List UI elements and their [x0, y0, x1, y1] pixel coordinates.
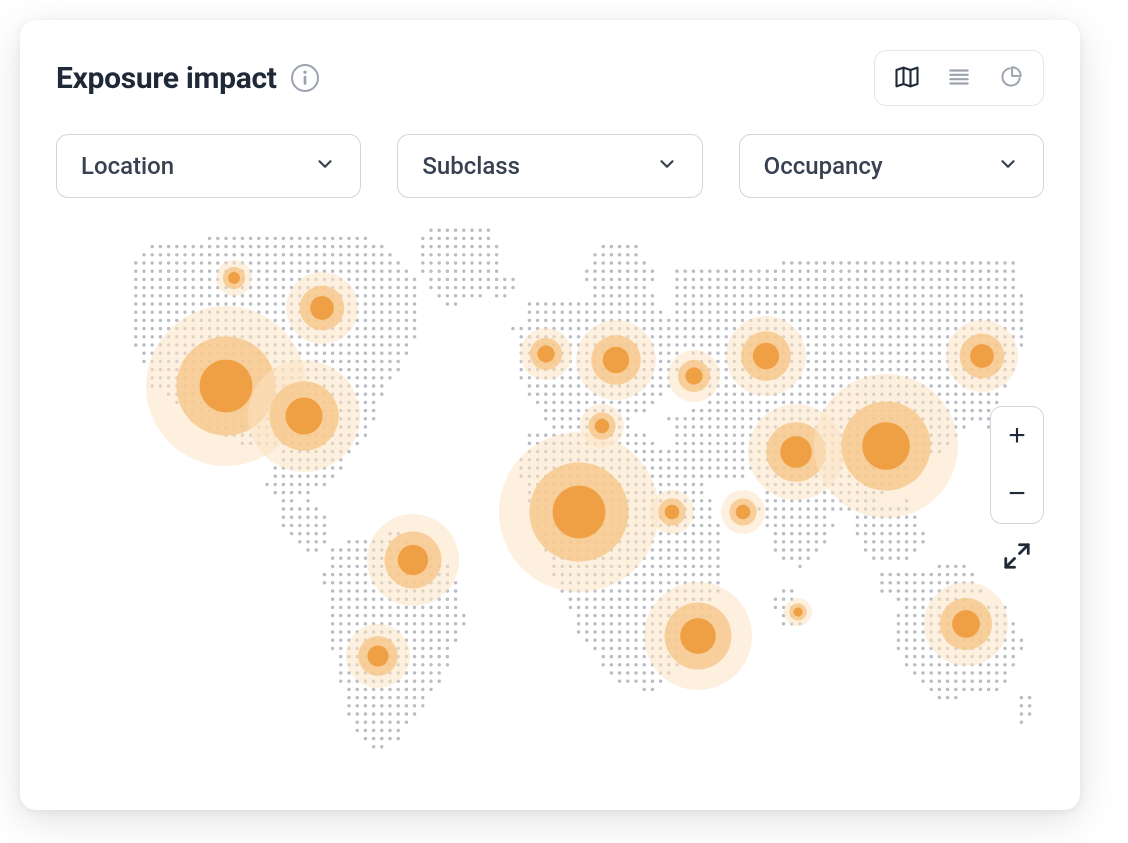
exposure-impact-card: Exposure impact [20, 20, 1080, 810]
heat-point-alaska [216, 260, 252, 296]
page-title: Exposure impact [56, 61, 277, 96]
heat-point-south-america-north [367, 514, 459, 606]
map-area: + − [56, 216, 1044, 776]
heat-point-central-africa [650, 490, 694, 534]
dropdown-location[interactable]: Location [56, 134, 361, 198]
fullscreen-button[interactable] [998, 538, 1036, 576]
dropdown-label: Subclass [422, 152, 520, 180]
heat-point-east-asia [814, 374, 958, 518]
dropdown-occupancy[interactable]: Occupancy [739, 134, 1044, 198]
expand-icon [1002, 541, 1032, 574]
heat-point-canada [286, 272, 358, 344]
heat-point-madagascar [784, 598, 812, 626]
zoom-box: + − [990, 406, 1044, 524]
filters-row: Location Subclass Occupancy [56, 134, 1044, 198]
pie-chart-icon [998, 64, 1024, 93]
heat-point-western-europe [520, 328, 572, 380]
heat-point-east-africa [721, 490, 765, 534]
title-group: Exposure impact [56, 61, 319, 96]
heat-point-eastern-europe [668, 350, 720, 402]
heat-point-central-asia [726, 316, 806, 396]
dropdown-subclass[interactable]: Subclass [397, 134, 702, 198]
view-toggle [874, 50, 1044, 106]
dropdown-label: Location [81, 152, 174, 180]
heat-point-west-africa [499, 432, 659, 592]
heat-point-southern-europe [580, 404, 624, 448]
heat-point-southern-africa [644, 582, 752, 690]
heat-point-northeast-asia [946, 320, 1018, 392]
heat-point-central-europe [576, 320, 656, 400]
view-toggle-map[interactable] [883, 57, 931, 99]
chevron-down-icon [314, 153, 336, 179]
zoom-controls: + − [990, 406, 1044, 576]
heat-point-north-america-central [248, 360, 360, 472]
zoom-in-button[interactable]: + [991, 407, 1043, 465]
chevron-down-icon [997, 153, 1019, 179]
header-row: Exposure impact [56, 50, 1044, 106]
list-icon [946, 64, 972, 93]
view-toggle-chart[interactable] [987, 57, 1035, 99]
world-map[interactable] [56, 216, 1044, 776]
view-toggle-list[interactable] [935, 57, 983, 99]
dropdown-label: Occupancy [764, 152, 883, 180]
heat-point-australia [924, 582, 1008, 666]
chevron-down-icon [656, 153, 678, 179]
info-icon[interactable] [291, 64, 319, 92]
heat-point-south-america-south [346, 624, 410, 688]
zoom-out-button[interactable]: − [991, 465, 1043, 523]
map-icon [893, 63, 921, 94]
